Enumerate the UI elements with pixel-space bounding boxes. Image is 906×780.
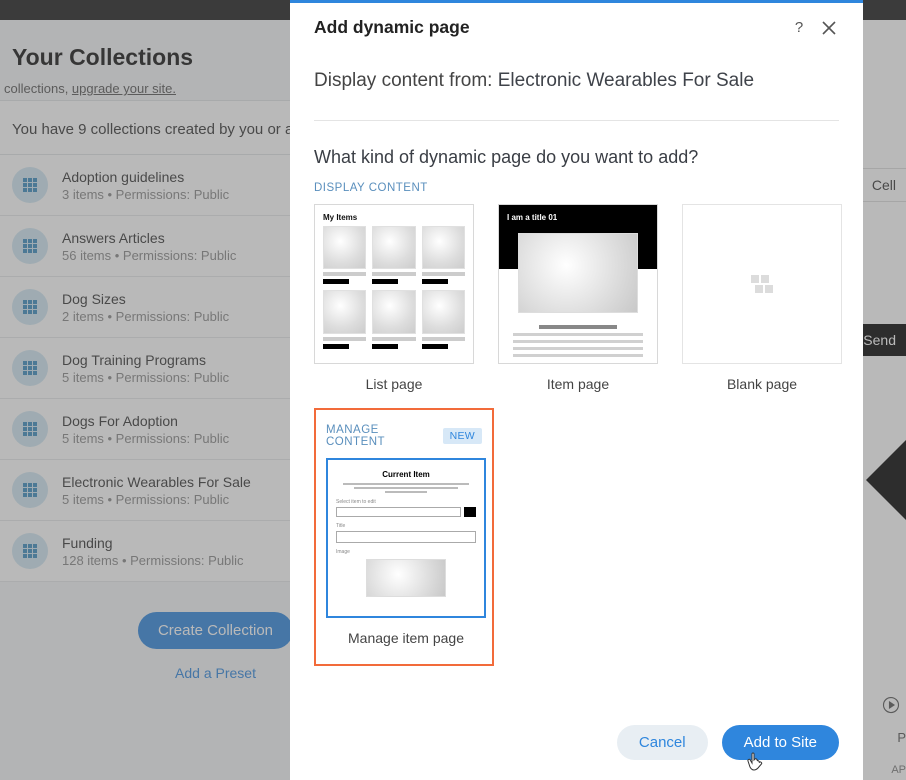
close-icon[interactable] <box>819 18 839 38</box>
template-manage-item-page[interactable]: Current Item Select item to edit Title I… <box>326 458 486 646</box>
template-caption: Manage item page <box>326 630 486 646</box>
modal-title: Add dynamic page <box>314 17 779 38</box>
template-caption: List page <box>314 376 474 392</box>
template-item-page[interactable]: I am a title 01 Item page <box>498 204 658 392</box>
help-icon[interactable]: ? <box>789 18 809 38</box>
thumb-manage-field-image: Image <box>336 549 476 555</box>
display-templates-row: My Items List page I am a title 01 <box>314 204 839 392</box>
template-thumb: Current Item Select item to edit Title I… <box>326 458 486 618</box>
section-manage-content: MANAGE CONTENT NEW <box>326 424 482 448</box>
thumb-manage-field-title: Title <box>336 523 476 529</box>
manage-content-highlight: MANAGE CONTENT NEW Current Item Select i… <box>314 408 494 666</box>
display-from-source: Electronic Wearables For Sale <box>498 70 754 91</box>
section-display-label: DISPLAY CONTENT <box>314 182 428 194</box>
modal-body: Display content from: Electronic Wearabl… <box>290 48 863 709</box>
new-badge: NEW <box>443 428 482 444</box>
template-list-page[interactable]: My Items List page <box>314 204 474 392</box>
cancel-button[interactable]: Cancel <box>617 725 708 760</box>
thumb-item-title: I am a title 01 <box>507 213 557 222</box>
template-blank-page[interactable]: Blank page <box>682 204 842 392</box>
thumb-list-title: My Items <box>315 205 473 226</box>
template-caption: Item page <box>498 376 658 392</box>
modal-header: Add dynamic page ? <box>290 3 863 48</box>
modal-footer: Cancel Add to Site <box>290 709 863 780</box>
add-dynamic-page-modal: Add dynamic page ? Display content from:… <box>290 0 863 780</box>
thumb-manage-title: Current Item <box>336 470 476 479</box>
display-from-label: Display content from: <box>314 70 498 91</box>
placeholder-icon <box>751 275 773 293</box>
template-caption: Blank page <box>682 376 842 392</box>
display-from: Display content from: Electronic Wearabl… <box>314 70 839 121</box>
section-display-content: DISPLAY CONTENT <box>314 182 839 194</box>
template-thumb <box>682 204 842 364</box>
page-type-prompt: What kind of dynamic page do you want to… <box>314 147 839 168</box>
section-manage-label: MANAGE CONTENT <box>326 424 435 448</box>
add-to-site-button[interactable]: Add to Site <box>722 725 839 760</box>
template-thumb: My Items <box>314 204 474 364</box>
template-thumb: I am a title 01 <box>498 204 658 364</box>
